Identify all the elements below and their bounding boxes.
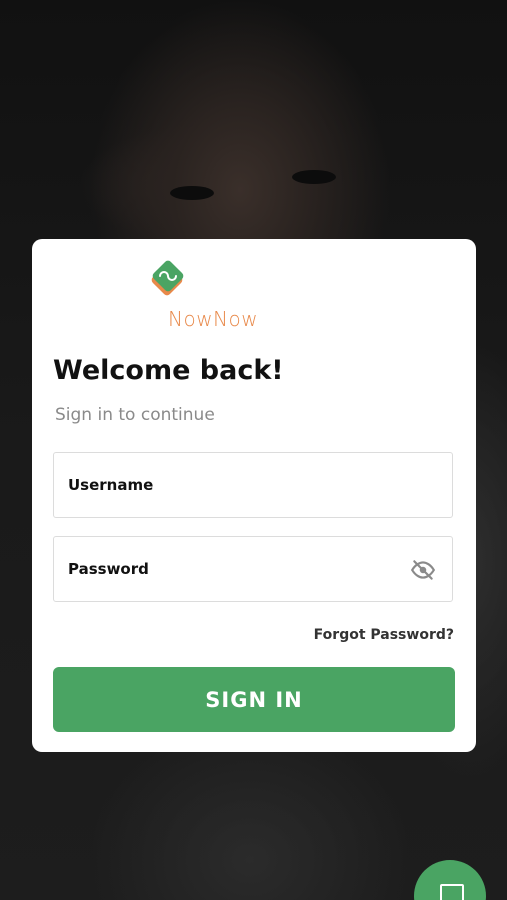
- page-subtitle: Sign in to continue: [55, 405, 215, 425]
- password-input[interactable]: [68, 537, 398, 601]
- username-field-container: [53, 452, 453, 518]
- password-field-container: [53, 536, 453, 602]
- username-input[interactable]: [68, 453, 398, 517]
- brand-logo: NowNow: [140, 259, 280, 334]
- eye-off-icon[interactable]: [410, 557, 436, 583]
- forgot-password-link[interactable]: Forgot Password?: [314, 627, 454, 643]
- background-detail: [292, 170, 336, 184]
- nownow-logo-icon: [151, 260, 184, 296]
- sign-in-button[interactable]: SIGN IN: [53, 667, 455, 732]
- login-screen: NowNow Welcome back! Sign in to continue…: [0, 0, 507, 900]
- brand-name: NowNow: [168, 307, 259, 331]
- login-card: NowNow Welcome back! Sign in to continue…: [32, 239, 476, 752]
- page-title: Welcome back!: [53, 355, 284, 386]
- chat-icon: [440, 884, 464, 900]
- background-detail: [170, 186, 214, 200]
